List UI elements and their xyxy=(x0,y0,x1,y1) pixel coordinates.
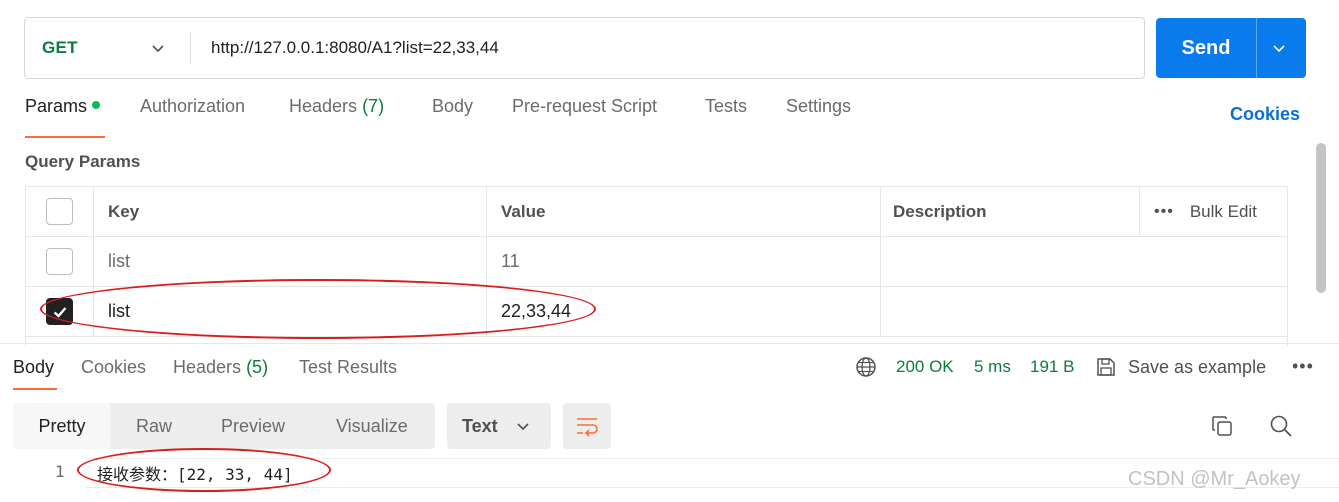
row-check-cell xyxy=(26,237,94,286)
more-options-icon[interactable]: ••• xyxy=(1292,356,1314,377)
headers-count: (7) xyxy=(362,96,385,116)
url-bar: GET xyxy=(24,17,1145,79)
wrap-lines-button[interactable] xyxy=(563,403,611,449)
active-tab-underline xyxy=(25,136,105,138)
response-headers-count: (5) xyxy=(246,357,269,377)
tab-label: Params xyxy=(25,96,88,116)
tab-authorization[interactable]: Authorization xyxy=(140,96,245,117)
tab-label: Headers xyxy=(173,357,242,377)
response-divider xyxy=(0,343,1339,344)
method-label: GET xyxy=(42,38,78,57)
tab-headers[interactable]: Headers (7) xyxy=(289,96,384,117)
select-all-checkbox[interactable] xyxy=(46,198,73,225)
header-key: Key xyxy=(94,187,487,236)
response-type-select[interactable]: Text xyxy=(447,403,551,449)
table-header-row: Key Value Description ••• Bulk Edit xyxy=(26,187,1287,237)
row-checkbox[interactable] xyxy=(46,248,73,275)
watermark: CSDN @Mr_Aokey xyxy=(1128,468,1301,490)
annotation-ellipse xyxy=(40,279,596,339)
response-size[interactable]: 191 B xyxy=(1030,357,1074,377)
response-time[interactable]: 5 ms xyxy=(974,357,1011,377)
table-row: list 11 xyxy=(26,237,1287,287)
tab-body[interactable]: Body xyxy=(432,96,473,117)
bulk-edit-link[interactable]: Bulk Edit xyxy=(1190,202,1257,222)
save-as-example-button[interactable]: Save as example xyxy=(1128,357,1266,378)
header-check-cell xyxy=(26,187,94,236)
status-code[interactable]: 200 OK xyxy=(896,357,954,377)
param-value[interactable]: 11 xyxy=(487,237,881,286)
tab-label: Tests xyxy=(705,96,748,116)
chevron-down-icon xyxy=(517,423,529,431)
more-options-icon[interactable]: ••• xyxy=(1154,203,1174,221)
method-select[interactable]: GET xyxy=(25,18,190,78)
tab-label: Authorization xyxy=(140,96,246,116)
send-divider xyxy=(1256,18,1257,78)
url-divider xyxy=(190,32,191,64)
chevron-down-icon xyxy=(152,45,164,53)
header-value: Value xyxy=(487,187,881,236)
tab-label: Pre-request Script xyxy=(512,96,658,116)
format-visualize[interactable]: Visualize xyxy=(336,403,408,449)
line-number: 1 xyxy=(55,462,65,481)
globe-icon[interactable] xyxy=(855,356,877,378)
format-pretty[interactable]: Pretty xyxy=(13,403,111,449)
param-description[interactable] xyxy=(881,287,1287,336)
tab-settings[interactable]: Settings xyxy=(786,96,851,117)
tab-params[interactable]: Params xyxy=(25,96,101,117)
tab-label: Headers xyxy=(289,96,358,116)
search-icon[interactable] xyxy=(1269,414,1293,438)
send-label: Send xyxy=(1181,36,1231,59)
bulk-edit-area: ••• Bulk Edit xyxy=(1139,187,1287,236)
tab-label: Settings xyxy=(786,96,852,116)
cookies-link[interactable]: Cookies xyxy=(1230,104,1300,125)
active-tab-underline xyxy=(13,388,57,390)
scrollbar-thumb[interactable] xyxy=(1316,143,1326,293)
copy-icon[interactable] xyxy=(1210,414,1234,438)
response-tab-cookies[interactable]: Cookies xyxy=(81,357,146,378)
response-tab-test-results[interactable]: Test Results xyxy=(299,357,397,378)
params-active-dot xyxy=(92,101,101,109)
param-description[interactable] xyxy=(881,237,1287,286)
tab-tests[interactable]: Tests xyxy=(705,96,747,117)
format-raw[interactable]: Raw xyxy=(136,403,172,449)
tab-label: Body xyxy=(432,96,474,116)
send-button[interactable]: Send xyxy=(1156,18,1306,78)
response-tab-headers[interactable]: Headers (5) xyxy=(173,357,268,378)
annotation-ellipse xyxy=(77,448,331,492)
chevron-down-icon[interactable] xyxy=(1271,40,1287,56)
response-tab-body[interactable]: Body xyxy=(13,357,54,378)
query-params-title: Query Params xyxy=(25,152,141,171)
response-type-label: Text xyxy=(462,415,498,436)
format-preview[interactable]: Preview xyxy=(221,403,285,449)
format-selector: Pretty Raw Preview Visualize xyxy=(13,403,435,449)
wrap-lines-icon xyxy=(577,418,598,437)
url-input[interactable] xyxy=(211,18,1111,78)
tab-pre-request-script[interactable]: Pre-request Script xyxy=(512,96,657,117)
save-icon[interactable] xyxy=(1095,356,1117,378)
